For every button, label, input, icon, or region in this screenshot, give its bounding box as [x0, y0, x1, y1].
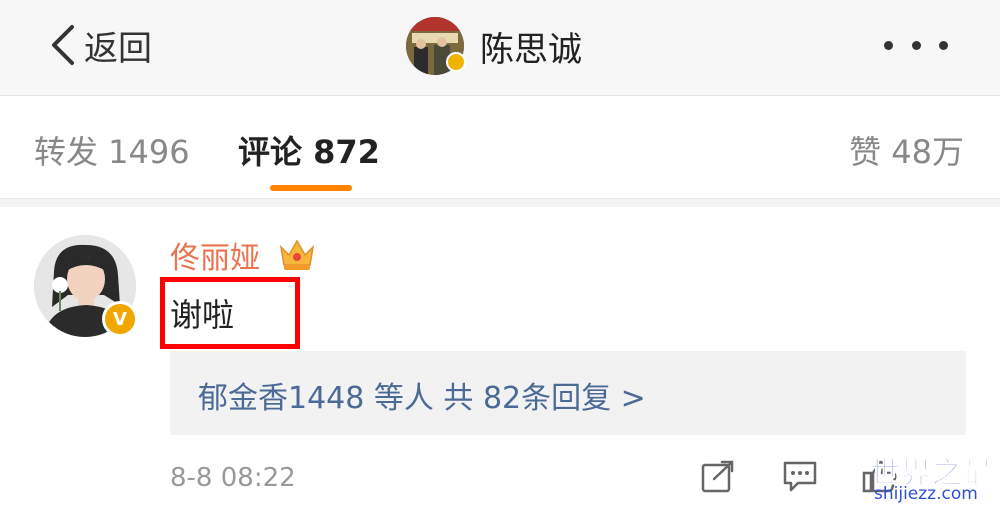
verified-badge-icon — [446, 52, 466, 72]
share-icon[interactable] — [700, 459, 736, 493]
tab-repost[interactable]: 转发 1496 — [34, 127, 190, 173]
comment-icon[interactable] — [782, 459, 818, 493]
dot-icon — [939, 40, 948, 50]
commenter-name[interactable]: 佟丽娅 — [170, 233, 260, 277]
page-title: 陈思诚 — [480, 29, 582, 70]
nav-user[interactable]: 陈思诚 — [406, 16, 582, 76]
replies-link[interactable]: 郁金香1448 等人 共 82条回复 > — [170, 351, 966, 435]
chevron-left-icon — [52, 25, 74, 65]
watermark: 世界之最 shijiezz.com — [870, 448, 996, 506]
tab-like[interactable]: 赞 48万 — [849, 127, 964, 173]
verified-badge-icon: V — [102, 301, 138, 337]
more-options-button[interactable] — [884, 34, 948, 56]
tab-comment[interactable]: 评论 872 — [238, 127, 380, 173]
back-label: 返回 — [84, 28, 152, 69]
divider — [0, 199, 1000, 207]
tab-bar: 转发 1496 评论 872 赞 48万 — [0, 97, 1000, 199]
crown-icon — [279, 239, 315, 270]
dot-icon — [884, 40, 893, 50]
replies-summary: 郁金香1448 等人 共 82条回复 > — [198, 381, 646, 416]
dot-icon — [911, 40, 921, 50]
comment-item: V 佟丽娅 谢啦 郁金香1448 等人 共 82条回复 > 8-8 08:22 — [0, 207, 1000, 508]
nav-bar: 返回 陈思诚 — [0, 0, 1000, 96]
active-tab-indicator — [270, 185, 352, 191]
back-button[interactable]: 返回 — [48, 22, 152, 69]
highlight-box — [160, 277, 300, 349]
comment-timestamp: 8-8 08:22 — [170, 463, 296, 493]
watermark-domain: shijiezz.com — [874, 484, 978, 504]
